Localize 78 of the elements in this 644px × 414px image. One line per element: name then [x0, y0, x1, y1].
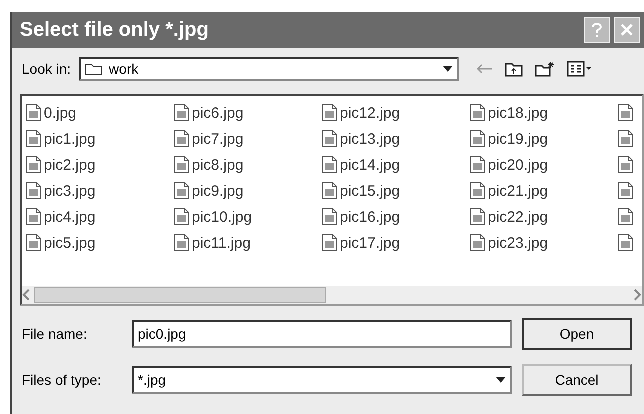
image-file-icon — [174, 130, 190, 148]
back-arrow-icon[interactable] — [477, 64, 494, 74]
file-item[interactable]: pic22.jpg — [470, 204, 618, 230]
file-item[interactable]: pic5.jpg — [26, 230, 174, 256]
image-file-icon — [26, 104, 42, 122]
image-file-icon — [470, 156, 486, 174]
cancel-button[interactable]: Cancel — [522, 364, 632, 396]
image-file-icon — [322, 156, 338, 174]
look-in-label: Look in: — [22, 61, 72, 77]
image-file-icon — [174, 234, 190, 252]
up-folder-icon[interactable] — [505, 61, 524, 77]
file-item[interactable]: pic8.jpg — [174, 152, 322, 178]
file-item[interactable]: pic16.jpg — [322, 204, 470, 230]
image-file-icon — [470, 234, 486, 252]
file-item[interactable]: pic12.jpg — [322, 100, 470, 126]
file-item[interactable]: pic15.jpg — [322, 178, 470, 204]
file-item[interactable]: pic2.jpg — [26, 152, 174, 178]
file-item[interactable]: pic14.jpg — [322, 152, 470, 178]
scroll-right-icon[interactable] — [634, 289, 642, 301]
close-icon — [620, 23, 634, 37]
file-item[interactable]: pic7.jpg — [174, 126, 322, 152]
question-mark-icon — [591, 23, 603, 37]
image-file-icon — [322, 104, 338, 122]
file-item[interactable]: pic13.jpg — [322, 126, 470, 152]
image-file-icon — [322, 182, 338, 200]
file-item[interactable]: pic6.jpg — [174, 100, 322, 126]
image-file-icon — [470, 208, 486, 226]
scroll-left-icon[interactable] — [22, 289, 30, 301]
image-file-icon — [26, 234, 42, 252]
image-file-icon — [174, 208, 190, 226]
image-file-icon — [174, 182, 190, 200]
window-title: Select file only *.jpg — [20, 18, 210, 42]
image-file-icon — [26, 156, 42, 174]
image-file-icon — [470, 182, 486, 200]
file-type-label: Files of type: — [22, 372, 102, 388]
file-item[interactable]: pic4.jpg — [26, 204, 174, 230]
horizontal-scrollbar[interactable] — [22, 286, 642, 304]
file-item[interactable]: pic21.jpg — [470, 178, 618, 204]
image-file-icon — [26, 208, 42, 226]
look-in-dropdown[interactable]: work — [79, 57, 460, 81]
image-file-icon — [618, 156, 634, 174]
image-file-icon — [618, 130, 634, 148]
dropdown-arrow-icon[interactable] — [496, 377, 506, 383]
file-name-field[interactable]: pic0.jpg — [132, 320, 512, 348]
image-file-icon — [174, 104, 190, 122]
new-folder-icon[interactable] — [535, 61, 556, 77]
file-item[interactable]: pic18.jpg — [470, 100, 618, 126]
file-item[interactable]: pic20.jpg — [470, 152, 618, 178]
image-file-icon — [322, 130, 338, 148]
file-item[interactable]: pic23.jpg — [470, 230, 618, 256]
file-name-label: File name: — [22, 326, 88, 342]
folder-icon — [85, 62, 104, 76]
file-item[interactable]: pic3.jpg — [26, 178, 174, 204]
close-button[interactable] — [614, 17, 640, 43]
image-file-icon — [618, 234, 634, 252]
view-menu-icon[interactable] — [567, 61, 594, 77]
file-item[interactable]: pic9.jpg — [174, 178, 322, 204]
help-button[interactable] — [584, 17, 610, 43]
file-type-dropdown[interactable]: *.jpg — [132, 366, 512, 394]
dropdown-arrow-icon[interactable] — [443, 66, 454, 72]
image-file-icon — [618, 104, 634, 122]
file-item[interactable]: 0.jpg — [26, 100, 174, 126]
scroll-thumb[interactable] — [34, 287, 326, 303]
image-file-icon — [26, 130, 42, 148]
image-file-icon — [322, 208, 338, 226]
file-item[interactable]: pic1.jpg — [26, 126, 174, 152]
file-item[interactable]: pic10.jpg — [174, 204, 322, 230]
image-file-icon — [322, 234, 338, 252]
image-file-icon — [26, 182, 42, 200]
file-item[interactable]: pic11.jpg — [174, 230, 322, 256]
open-button[interactable]: Open — [522, 318, 632, 350]
image-file-icon — [618, 182, 634, 200]
file-item[interactable]: pic17.jpg — [322, 230, 470, 256]
image-file-icon — [470, 130, 486, 148]
image-file-icon — [470, 104, 486, 122]
image-file-icon — [618, 208, 634, 226]
image-file-icon — [174, 156, 190, 174]
file-item[interactable]: pic19.jpg — [470, 126, 618, 152]
